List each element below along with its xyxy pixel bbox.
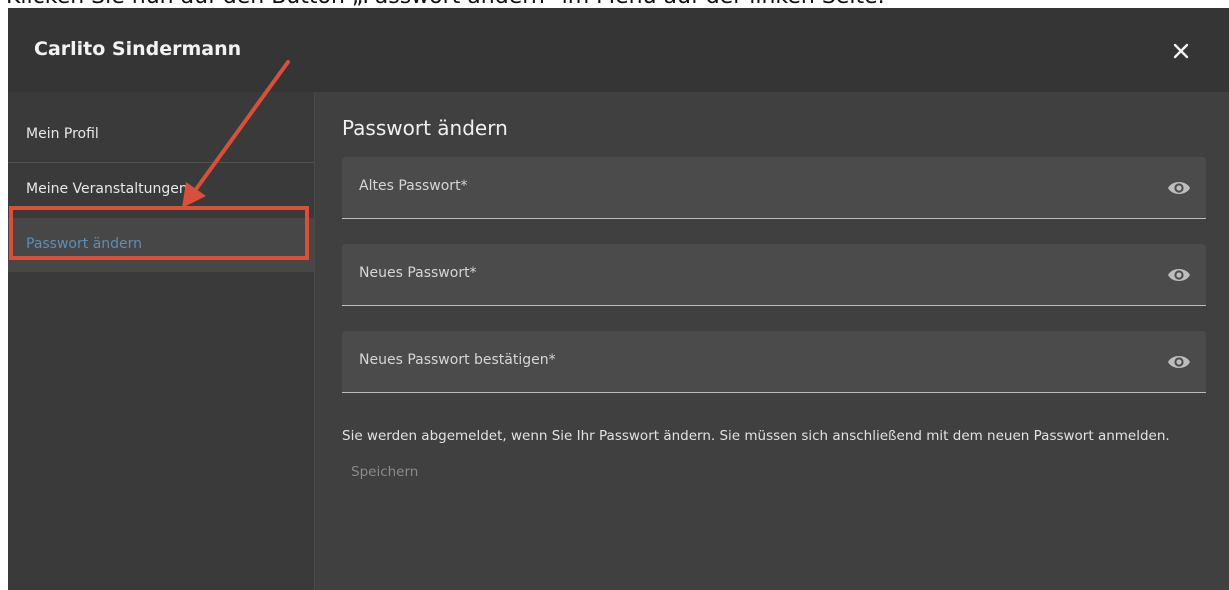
eye-icon[interactable] (1167, 177, 1191, 199)
top-instruction-strip: Klicken Sie nun auf den Button „Passwort… (0, 0, 1229, 8)
main-panel: Passwort ändern Altes Passwort* Neues Pa… (315, 92, 1229, 590)
new-password-label: Neues Passwort* (359, 265, 477, 281)
new-password-field[interactable]: Neues Passwort* (342, 244, 1206, 306)
old-password-label: Altes Passwort* (359, 178, 468, 194)
instruction-text: Klicken Sie nun auf den Button „Passwort… (6, 0, 885, 8)
confirm-password-field[interactable]: Neues Passwort bestätigen* (342, 331, 1206, 393)
sidebar-item-label: Meine Veranstaltungen (26, 181, 188, 197)
page-title: Passwort ändern (342, 116, 508, 140)
confirm-password-label: Neues Passwort bestätigen* (359, 352, 556, 368)
save-button[interactable]: Speichern (351, 464, 418, 480)
eye-icon[interactable] (1167, 351, 1191, 373)
eye-icon[interactable] (1167, 264, 1191, 286)
close-button[interactable] (1166, 36, 1196, 66)
logout-info-text: Sie werden abgemeldet, wenn Sie Ihr Pass… (342, 428, 1170, 444)
dialog-title: Carlito Sindermann (34, 38, 242, 60)
annotation-arrow-icon (182, 60, 290, 208)
old-password-field[interactable]: Altes Passwort* (342, 157, 1206, 219)
sidebar-item-label: Mein Profil (26, 126, 99, 142)
close-icon (1173, 43, 1189, 59)
